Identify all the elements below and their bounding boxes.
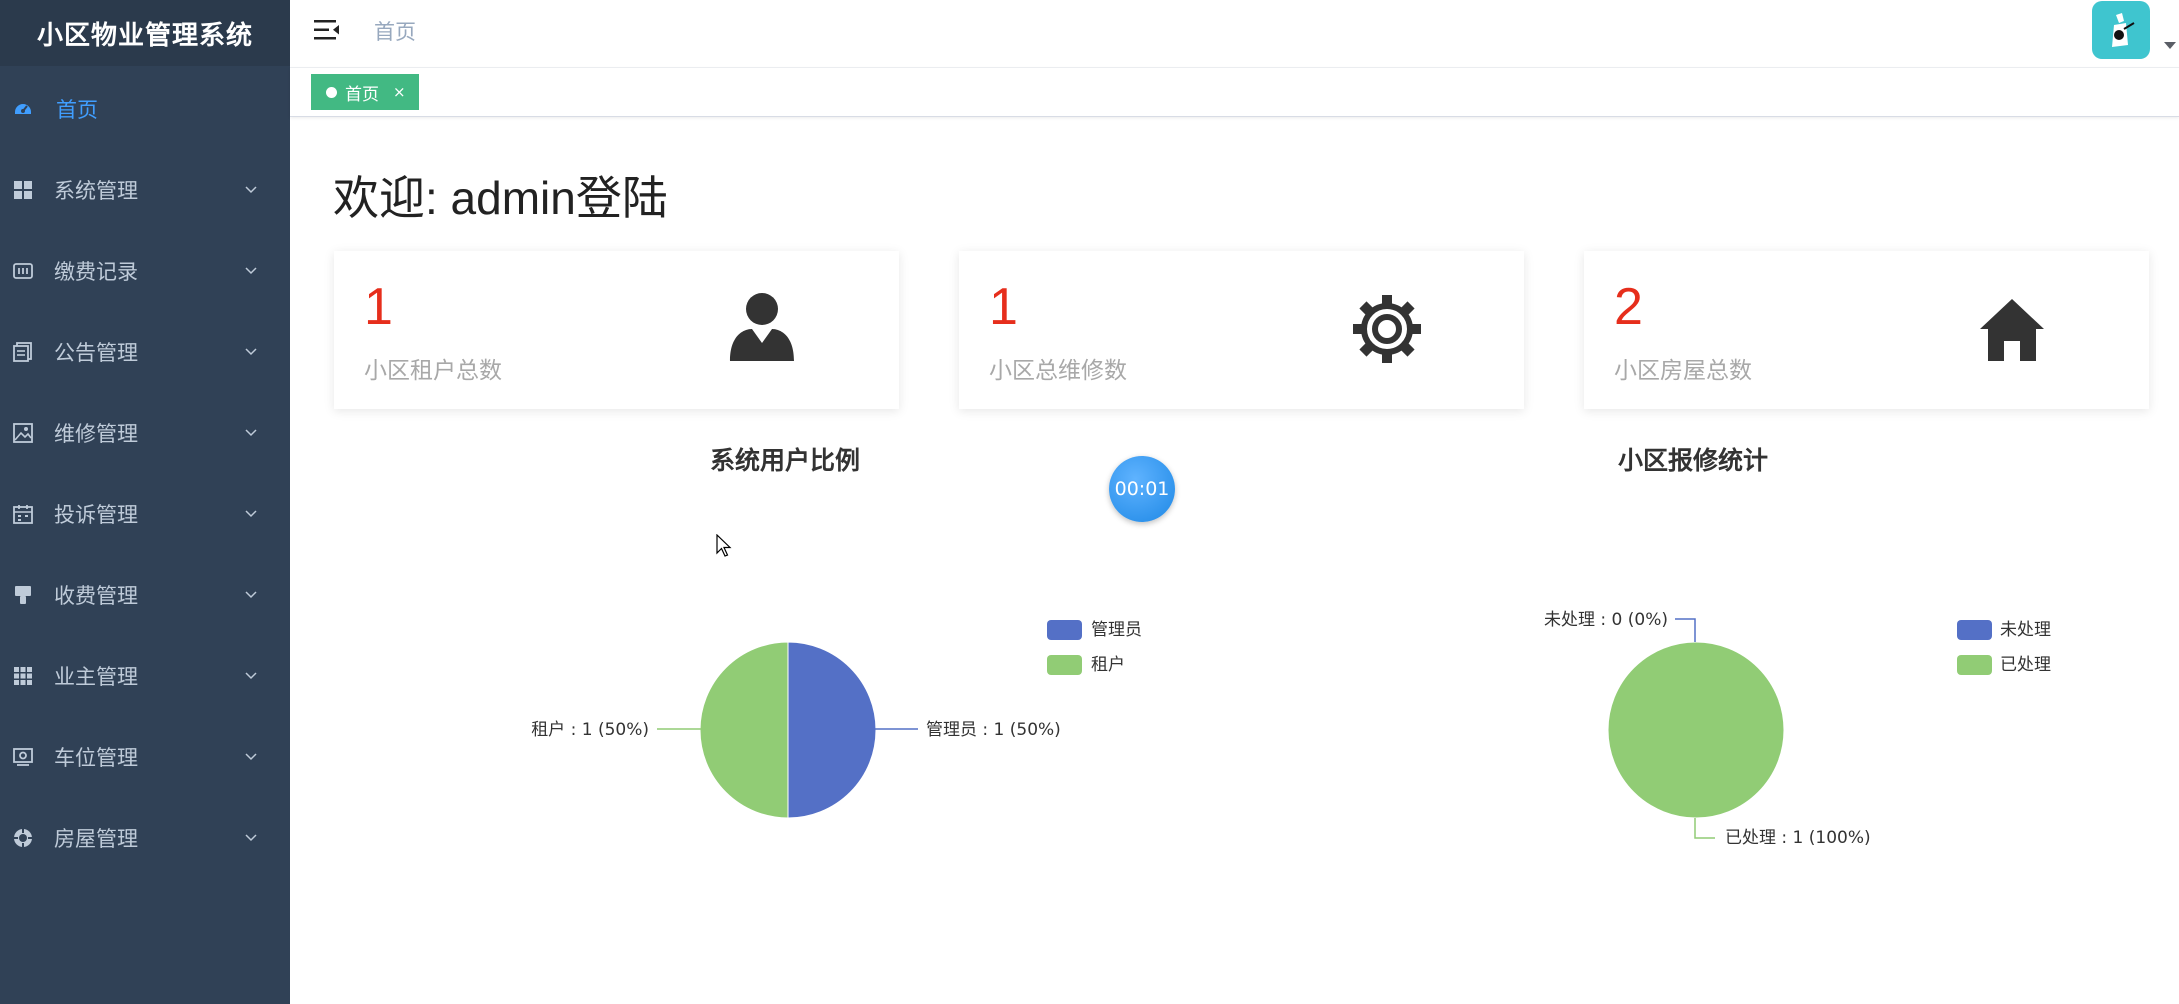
sidebar-item-owners[interactable]: 业主管理 xyxy=(0,641,290,711)
hamburger-menu-icon[interactable] xyxy=(314,18,340,42)
stat-card-tenants: 1 小区租户总数 xyxy=(334,251,899,409)
sidebar-item-label: 投诉管理 xyxy=(54,503,138,527)
sidebar-item-label: 车位管理 xyxy=(54,746,138,770)
stat-card-repairs: 1 小区总维修数 xyxy=(959,251,1524,409)
chart-title-user-ratio: 系统用户比例 xyxy=(710,446,861,475)
sidebar-item-label: 系统管理 xyxy=(54,179,138,203)
stat-value: 1 xyxy=(364,278,393,336)
sidebar-item-system[interactable]: 系统管理 xyxy=(0,155,290,225)
tab-label: 首页 xyxy=(345,84,379,105)
sidebar-item-label: 收费管理 xyxy=(54,584,138,608)
legend-label: 租户 xyxy=(1091,655,1125,675)
chevron-down-icon xyxy=(245,834,257,842)
stat-card-houses: 2 小区房屋总数 xyxy=(1584,251,2149,409)
sidebar-item-label: 业主管理 xyxy=(54,665,138,689)
legend-label: 已处理 xyxy=(2000,655,2051,675)
chevron-down-icon xyxy=(245,429,257,437)
tags-view: 首页 × xyxy=(290,68,2179,117)
grid-icon xyxy=(11,178,35,202)
sidebar-item-parking[interactable]: 车位管理 xyxy=(0,722,290,792)
avatar[interactable] xyxy=(2092,1,2150,59)
chevron-down-icon xyxy=(245,672,257,680)
legend-swatch xyxy=(1957,620,1992,640)
dashboard-icon xyxy=(11,97,35,121)
welcome-heading: 欢迎: admin登陆 xyxy=(333,172,668,224)
chevron-down-icon xyxy=(245,591,257,599)
sidebar-item-complaints[interactable]: 投诉管理 xyxy=(0,479,290,549)
sidebar-item-label: 缴费记录 xyxy=(54,260,138,284)
caret-down-icon[interactable] xyxy=(2164,42,2176,49)
slice-label: 未处理 : 0 (0%) xyxy=(1544,610,1668,630)
calendar-icon xyxy=(11,502,35,526)
slice-label: 已处理 : 1 (100%) xyxy=(1725,828,1871,848)
active-dot-icon xyxy=(326,86,337,98)
stat-label: 小区租户总数 xyxy=(364,358,502,384)
sidebar-item-label: 维修管理 xyxy=(54,422,138,446)
home-circle-icon xyxy=(11,826,35,850)
stat-value: 2 xyxy=(1614,278,1643,336)
stat-label: 小区房屋总数 xyxy=(1614,358,1752,384)
parking-icon xyxy=(11,745,35,769)
image-icon xyxy=(11,421,35,445)
recording-timer[interactable]: 00:01 xyxy=(1109,456,1175,522)
house-icon xyxy=(1980,299,2044,361)
pie-chart-user-ratio: 管理员 租户 管理员 : 1 (50%) 租户 : 1 (50%) xyxy=(531,620,1142,819)
legend-swatch xyxy=(1047,655,1082,675)
chevron-down-icon xyxy=(245,348,257,356)
sidebar-item-home[interactable]: 首页 xyxy=(0,74,290,144)
pie-slice-1[interactable] xyxy=(787,641,877,819)
app-logo-title: 小区物业管理系统 xyxy=(0,0,290,66)
legend-swatch xyxy=(1957,655,1992,675)
sidebar-item-houses[interactable]: 房屋管理 xyxy=(0,803,290,873)
slice-label: 租户 : 1 (50%) xyxy=(531,720,649,740)
legend-label: 管理员 xyxy=(1091,620,1142,640)
apps-icon xyxy=(11,664,35,688)
close-icon[interactable]: × xyxy=(393,83,406,101)
user-avatar-icon xyxy=(2112,13,2135,47)
pie-slice-2[interactable] xyxy=(699,641,789,819)
legend-swatch xyxy=(1047,620,1082,640)
legend-label: 未处理 xyxy=(2000,620,2051,640)
document-icon xyxy=(11,340,35,364)
sidebar-item-charges[interactable]: 收费管理 xyxy=(0,560,290,630)
sidebar-item-repairs[interactable]: 维修管理 xyxy=(0,398,290,468)
stat-value: 1 xyxy=(989,278,1018,336)
sidebar-item-payment-records[interactable]: 缴费记录 xyxy=(0,236,290,306)
pie-slice-2[interactable] xyxy=(1607,641,1785,819)
sidebar-item-label: 首页 xyxy=(56,98,98,122)
brush-icon xyxy=(11,583,35,607)
chevron-down-icon xyxy=(245,267,257,275)
slice-label: 管理员 : 1 (50%) xyxy=(926,720,1061,740)
payment-icon xyxy=(11,259,35,283)
sidebar-item-label: 公告管理 xyxy=(54,341,138,365)
gear-icon xyxy=(1353,295,1421,363)
sidebar: 小区物业管理系统 首页 系统管理 缴费记录 公告管理 维修管理 投诉管理 收费管… xyxy=(0,0,290,1004)
breadcrumb: 首页 xyxy=(374,20,416,44)
chevron-down-icon xyxy=(245,753,257,761)
mouse-cursor-icon xyxy=(716,534,732,557)
tab-home[interactable]: 首页 × xyxy=(311,74,419,110)
pie-chart-repair-stats: 未处理 已处理 未处理 : 0 (0%) 已处理 : 1 (100%) xyxy=(1544,610,2051,848)
chevron-down-icon xyxy=(245,186,257,194)
user-icon xyxy=(730,293,794,361)
chart-title-repair-stats: 小区报修统计 xyxy=(1618,446,1769,475)
chevron-down-icon xyxy=(245,510,257,518)
top-navbar: 首页 xyxy=(290,0,2179,68)
slice-label-line xyxy=(1675,618,1696,642)
slice-label-line xyxy=(1694,818,1715,839)
stat-label: 小区总维修数 xyxy=(989,358,1127,384)
sidebar-item-label: 房屋管理 xyxy=(54,827,138,851)
sidebar-item-announcements[interactable]: 公告管理 xyxy=(0,317,290,387)
